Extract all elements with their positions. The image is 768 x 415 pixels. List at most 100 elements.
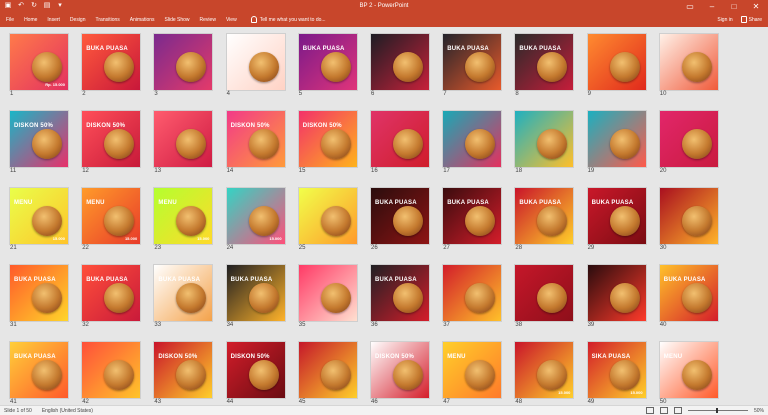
slide-thumbnail[interactable]: [443, 111, 502, 167]
zoom-level[interactable]: 50%: [754, 408, 764, 414]
slide-thumbnail[interactable]: [587, 111, 646, 167]
slide-thumbnail[interactable]: MENU 15.000: [82, 188, 141, 244]
slide-thumbnail[interactable]: MENU 15.000: [154, 188, 213, 244]
slide-thumbnail[interactable]: [659, 188, 718, 244]
slide-thumbnail[interactable]: MENU: [443, 342, 502, 398]
slide-cell: MENU 47: [443, 342, 513, 405]
slide-thumbnail[interactable]: BUKA PUASA: [515, 188, 574, 244]
slide-thumbnail[interactable]: BUKA PUASA: [587, 188, 646, 244]
slide-cell: BUKA PUASA 27: [443, 188, 513, 252]
slide-badge: MENU: [158, 200, 177, 206]
slide-thumbnail[interactable]: [82, 342, 141, 398]
slide-thumbnail[interactable]: DISKON 50%: [226, 342, 285, 398]
slide-thumbnail[interactable]: BUKA PUASA: [443, 34, 502, 90]
slide-thumbnail[interactable]: DISKON 50%: [226, 111, 285, 167]
tab-file[interactable]: File: [6, 17, 14, 23]
slide-thumbnail[interactable]: [371, 34, 429, 90]
slide-thumbnail[interactable]: DISKON 50%: [371, 342, 429, 398]
slide-thumbnail[interactable]: BUKA PUASA: [10, 342, 68, 398]
slide-badge: BUKA PUASA: [158, 277, 201, 283]
slide-thumbnail[interactable]: BUKA PUASA: [82, 34, 141, 90]
sign-in-link[interactable]: Sign in: [717, 17, 732, 23]
slide-badge: MENU: [663, 354, 683, 360]
slide-thumbnail[interactable]: [587, 265, 646, 321]
slide-thumbnail[interactable]: BUKA PUASA: [371, 188, 429, 244]
slide-number: 14: [226, 168, 234, 174]
reading-view-icon[interactable]: [673, 407, 682, 414]
slide-thumbnail[interactable]: DISKON 50%: [154, 342, 213, 398]
slide-thumbnail[interactable]: BUKA PUASA: [10, 265, 68, 321]
maximize-icon[interactable]: □: [724, 1, 744, 12]
slide-badge: DISKON 50%: [14, 123, 54, 129]
zoom-slider[interactable]: [687, 408, 748, 413]
slide-thumbnail[interactable]: 15.000: [226, 188, 285, 244]
ribbon-display-icon[interactable]: ▭: [680, 1, 700, 12]
slide-thumbnail[interactable]: [298, 188, 357, 244]
slide-thumbnail[interactable]: Rp. 15.000: [10, 34, 68, 90]
slide-thumbnail[interactable]: [659, 111, 718, 167]
slide-cell: 16: [371, 111, 441, 175]
slide-thumbnail[interactable]: BUKA PUASA: [298, 34, 357, 90]
close-icon[interactable]: ✕: [746, 1, 766, 12]
food-image: [681, 360, 712, 390]
food-image: [465, 52, 496, 82]
normal-view-icon[interactable]: [645, 407, 654, 414]
tell-me-box[interactable]: Tell me what you want to do...: [250, 16, 326, 23]
slide-cell: DISKON 50% 46: [371, 342, 441, 405]
tab-review[interactable]: Review: [200, 17, 216, 23]
slide-thumbnail[interactable]: [154, 34, 213, 90]
slide-thumbnail[interactable]: [298, 342, 357, 398]
slide-number: 31: [10, 322, 17, 328]
tab-home[interactable]: Home: [24, 17, 37, 23]
slide-badge: BUKA PUASA: [375, 200, 417, 206]
slide-thumbnail[interactable]: BUKA PUASA: [154, 265, 213, 321]
slide-cell: 25: [298, 188, 369, 252]
share-button[interactable]: Share: [740, 16, 762, 23]
slide-badge: BUKA PUASA: [447, 46, 489, 52]
zoom-slider-knob[interactable]: [715, 408, 718, 413]
slide-thumbnail[interactable]: DISKON 50%: [82, 111, 141, 167]
slide-number: 17: [443, 168, 450, 174]
slide-thumbnail[interactable]: BUKA PUASA: [659, 265, 718, 321]
slide-thumbnail[interactable]: [298, 265, 357, 321]
slide-thumbnail[interactable]: [443, 265, 502, 321]
slide-thumbnail[interactable]: BUKA PUASA: [371, 265, 429, 321]
tab-view[interactable]: View: [226, 17, 237, 23]
slide-thumbnail[interactable]: [226, 34, 285, 90]
slide-thumbnail[interactable]: [515, 111, 574, 167]
tab-design[interactable]: Design: [70, 17, 86, 23]
slide-thumbnail[interactable]: SIKA PUASA 15.000: [587, 342, 646, 398]
slide-thumbnail[interactable]: BUKA PUASA: [443, 188, 502, 244]
slide-thumbnail[interactable]: [154, 111, 213, 167]
slide-price: 15.000: [124, 236, 138, 241]
slide-thumbnail[interactable]: [659, 34, 718, 90]
tab-animations[interactable]: Animations: [130, 17, 155, 23]
slide-cell: BUKA PUASA 29: [587, 188, 658, 252]
slide-thumbnail[interactable]: [371, 111, 429, 167]
slide-sorter-view-icon[interactable]: [659, 407, 668, 414]
slide-number: 5: [298, 91, 303, 97]
food-image: [537, 206, 568, 236]
slide-thumbnail[interactable]: BUKA PUASA: [82, 265, 141, 321]
slide-thumbnail[interactable]: [587, 34, 646, 90]
food-image: [393, 283, 423, 313]
slide-thumbnail[interactable]: BUKA PUASA: [226, 265, 285, 321]
slide-thumbnail[interactable]: DISKON 50%: [298, 111, 357, 167]
slide-thumbnail[interactable]: MENU 15.000: [10, 188, 68, 244]
slide-thumbnail[interactable]: DISKON 50%: [10, 111, 68, 167]
slide-number: 16: [371, 168, 378, 174]
slide-thumbnail[interactable]: [515, 265, 574, 321]
slide-thumbnail[interactable]: BUKA PUASA: [515, 34, 574, 90]
slide-cell: BUKA PUASA 34: [226, 265, 297, 329]
language-indicator[interactable]: English (United States): [42, 408, 93, 414]
tab-insert[interactable]: Insert: [47, 17, 60, 23]
tab-transitions[interactable]: Transitions: [96, 17, 120, 23]
slide-thumbnail[interactable]: MENU: [659, 342, 718, 398]
minimize-icon[interactable]: –: [702, 1, 722, 12]
slide-number: 32: [82, 322, 89, 328]
slide-number: 28: [515, 245, 523, 251]
slide-sorter[interactable]: Rp. 15.000 1 BUKA PUASA 2 3 4 BUKA PUASA 5 6 BUKA…: [0, 27, 768, 405]
tab-slide-show[interactable]: Slide Show: [165, 17, 190, 23]
food-image: [681, 129, 712, 159]
slide-thumbnail[interactable]: 15.000: [515, 342, 574, 398]
